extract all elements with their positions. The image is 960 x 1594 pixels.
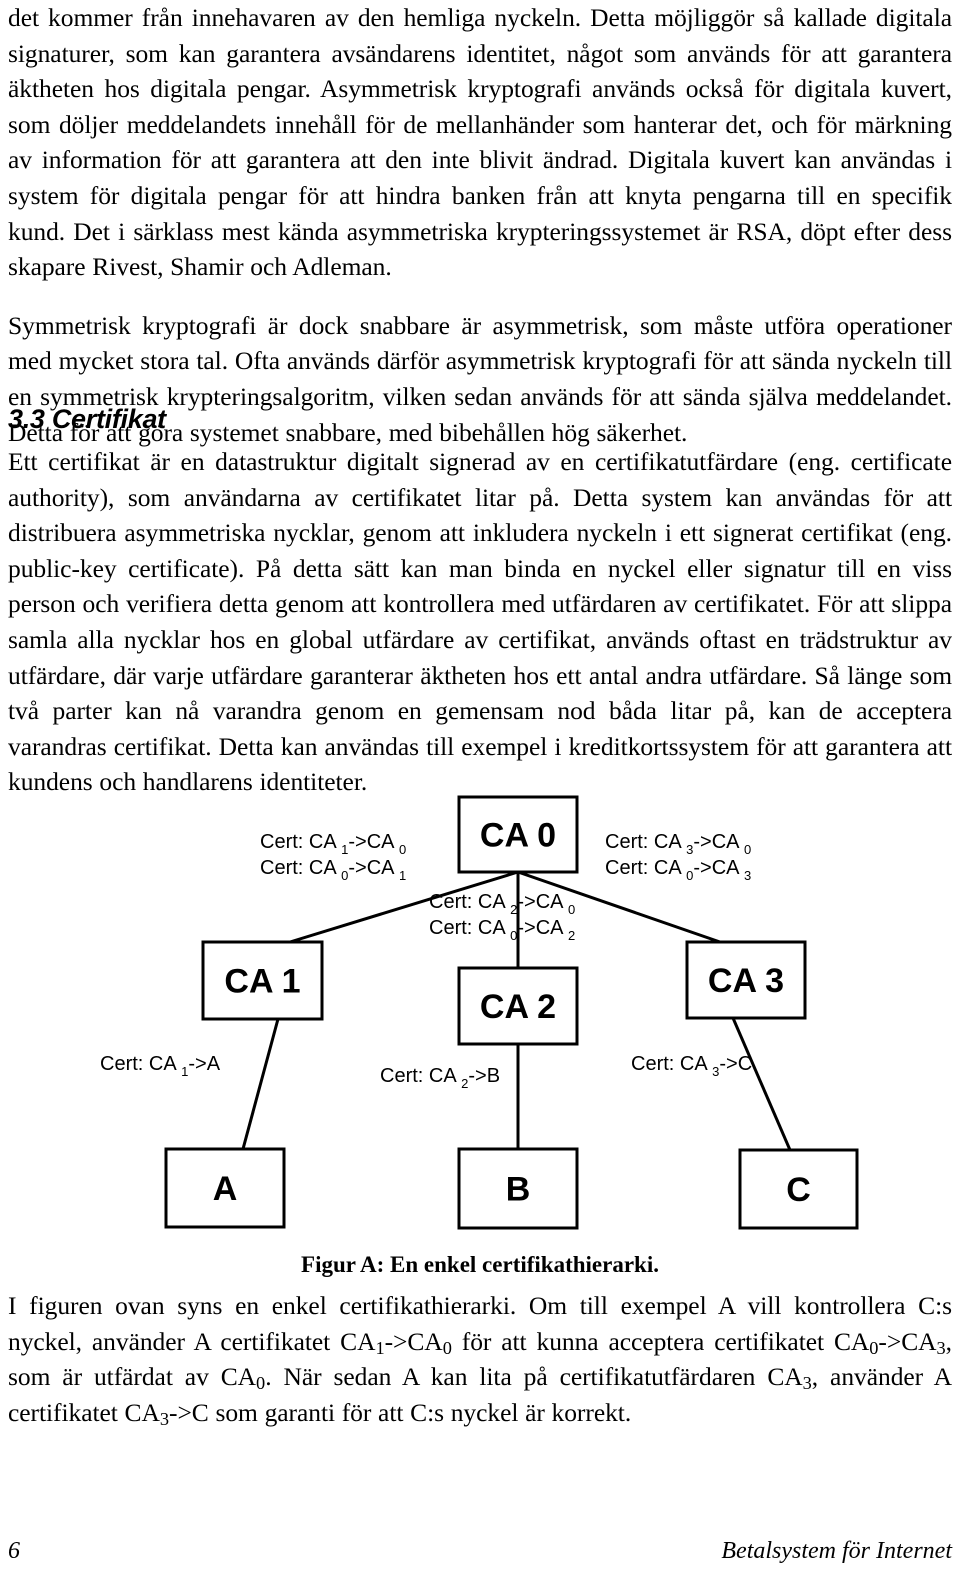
closing-text-f: . När sedan A kan lita på certifikatutfä… <box>265 1362 803 1392</box>
closing-text-c: för att kunna acceptera certifikatet CA <box>451 1326 870 1356</box>
paragraph-continued: det kommer från innehavaren av den hemli… <box>8 3 952 282</box>
diagram-node-c: C <box>738 1148 859 1230</box>
diagram-node-a: A <box>164 1147 286 1229</box>
node-label-b: B <box>506 1171 531 1209</box>
label-ca1-ca0-line-2: Cert: CA 0->CA 1 <box>260 857 406 883</box>
closing-text-b: ->CA <box>384 1326 443 1356</box>
label-ca2-ca0-line-1: Cert: CA 2->CA 0 <box>429 891 575 917</box>
sub-7: 3 <box>159 1408 170 1429</box>
closing-text-d: ->CA <box>878 1326 937 1356</box>
sub-4: 3 <box>936 1337 946 1358</box>
section-certifikat: 3.3 Certifikat Ett certifikat är en data… <box>8 404 952 800</box>
node-label-a: A <box>213 1170 238 1208</box>
figure-caption: Figur A: En enkel certifikathierarki. <box>301 1252 659 1277</box>
label-ca3-ca0-line-2: Cert: CA 0->CA 3 <box>605 857 751 883</box>
sub-1: 1 <box>375 1337 385 1358</box>
node-label-ca1: CA 1 <box>224 963 300 1001</box>
page-body-bottom: I figuren ovan syns en enkel certifikath… <box>8 1288 952 1430</box>
diagram-edge-ca1-a <box>241 1018 280 1150</box>
sub-6: 3 <box>802 1373 812 1394</box>
node-label-ca0: CA 0 <box>480 817 556 855</box>
page-number: 6 <box>8 1538 20 1564</box>
label-ca2-ca0-line-2: Cert: CA 0->CA 2 <box>429 917 575 943</box>
page-body-top: det kommer från innehavaren av den hemli… <box>8 0 952 450</box>
page-footer: 6 Betalsystem för Internet <box>8 1538 952 1574</box>
label-ca1-ca0-line-1: Cert: CA 1->CA 0 <box>260 831 406 857</box>
page-title: 3.3 Certifikat <box>8 404 166 434</box>
running-title: Betalsystem för Internet <box>721 1538 952 1564</box>
label-ca1-a-line-1: Cert: CA 1->A <box>100 1053 221 1079</box>
document-page: det kommer från innehavaren av den hemli… <box>0 0 960 1594</box>
paragraph-figure-explanation: I figuren ovan syns en enkel certifikath… <box>8 1288 952 1430</box>
label-ca3-c-line-1: Cert: CA 3->C <box>631 1053 752 1079</box>
node-label-ca2: CA 2 <box>480 988 556 1026</box>
figure-certificate-hierarchy: CA 0 CA 1 CA 2 CA 3ABC Cert: CA 1->CA 0 Cert… <box>0 770 960 1250</box>
diagram-node-ca1: CA 1 <box>201 940 324 1021</box>
diagram-edge-ca3-c <box>731 1017 792 1151</box>
diagram-node-ca3: CA 3 <box>685 940 807 1020</box>
node-label-c: C <box>786 1171 811 1209</box>
diagram-node-b: B <box>457 1147 579 1230</box>
closing-text-h: ->C som garanti för att C:s nyckel är ko… <box>169 1397 632 1427</box>
hierarchy-diagram: CA 0CA 1CA 2CA 3A B C Cert: CA 1->CA 0Cert… <box>100 795 859 1230</box>
label-ca3-ca0-line-1: Cert: CA 3->CA 0 <box>605 831 751 857</box>
diagram-edge-labels: Cert: CA 1->CA 0Cert: CA 0->CA 1 Cert: CA… <box>100 831 752 1091</box>
label-ca2-b-line-1: Cert: CA 2->B <box>380 1065 500 1091</box>
diagram-node-ca0: CA 0 <box>457 795 579 874</box>
sub-2: 0 <box>442 1337 452 1358</box>
node-label-ca3: CA 3 <box>708 962 784 1000</box>
section-body-text: Ett certifikat är en datastruktur digita… <box>8 447 952 797</box>
sub-5: 0 <box>256 1373 266 1394</box>
diagram-node-ca2: CA 2 <box>457 966 579 1046</box>
